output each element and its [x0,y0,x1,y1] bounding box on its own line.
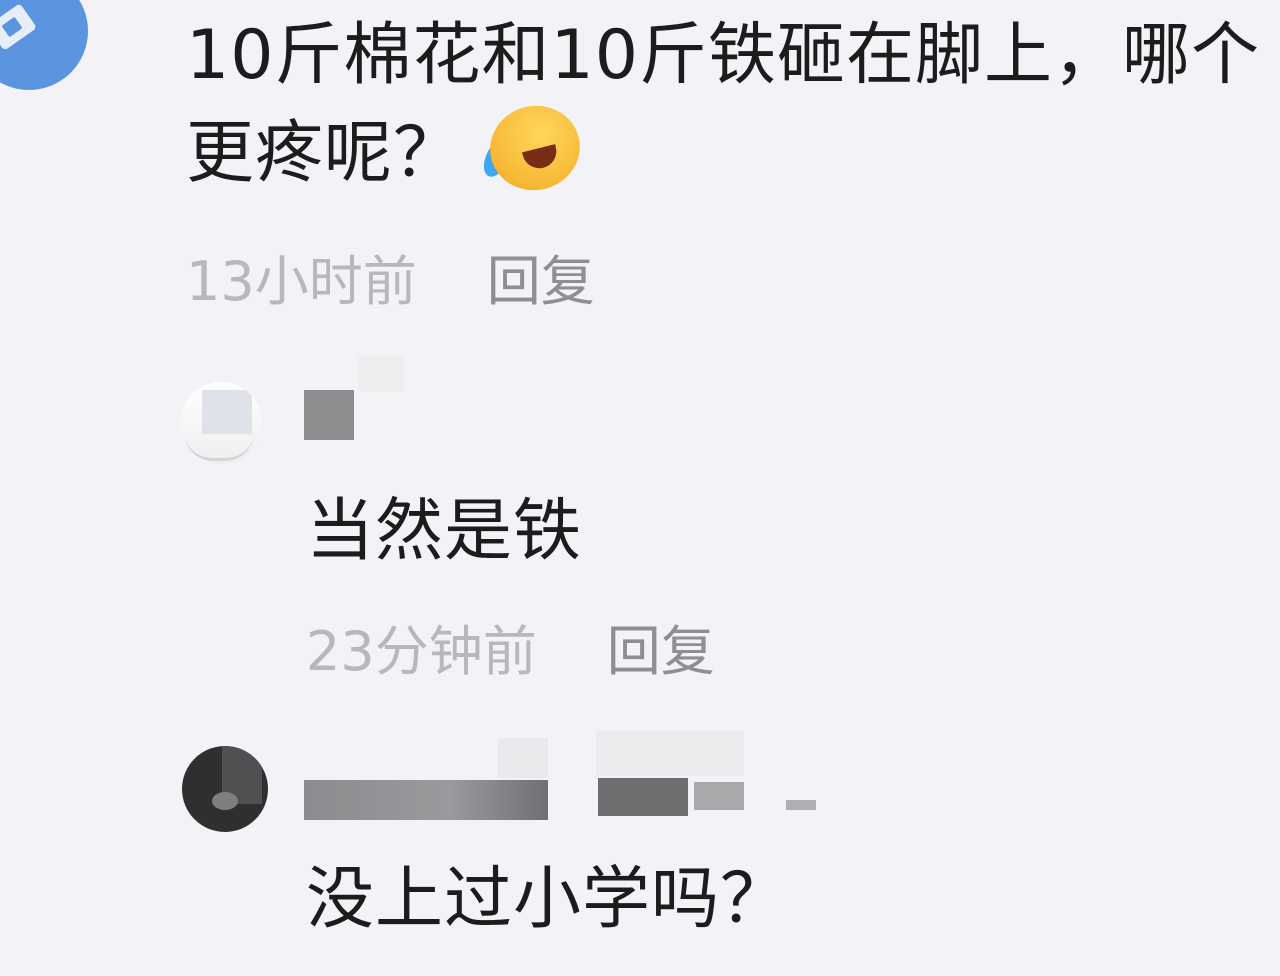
redacted-username-fragment [598,778,688,816]
redacted-username-reply-2[interactable] [304,780,548,820]
reply-1-reply-button[interactable]: 回复 [607,620,715,683]
avatar-top-commenter[interactable] [0,0,88,90]
redacted-username-fragment [498,738,548,778]
redacted-username-fragment [786,800,816,810]
redacted-username-fragment [694,782,744,810]
laughing-crying-emoji-icon [478,96,589,200]
avatar-glyph-icon [0,3,37,51]
redacted-username-fragment [596,730,744,776]
top-comment-meta: 13小时前 回复 [186,252,595,312]
redacted-username-fragment [358,356,404,392]
top-comment-time: 13小时前 [186,250,417,313]
avatar-reply-2[interactable] [182,746,268,832]
reply-1-meta: 23分钟前 回复 [306,622,715,682]
avatar-reply-1[interactable] [180,382,262,464]
top-comment-body: 10斤棉花和10斤铁砸在脚上，哪个更疼呢？ [186,16,1261,193]
reply-2-text: 没上过小学吗？ [306,860,790,939]
reply-1-text: 当然是铁 [306,492,583,571]
top-comment-reply-button[interactable]: 回复 [487,250,595,313]
avatar-highlight [212,792,238,810]
reply-1-time: 23分钟前 [306,620,537,683]
avatar-edge [184,432,254,461]
avatar-blur [202,390,252,434]
redacted-username-reply-1[interactable] [304,390,354,440]
top-comment-text: 10斤棉花和10斤铁砸在脚上，哪个更疼呢？ [186,8,1276,202]
